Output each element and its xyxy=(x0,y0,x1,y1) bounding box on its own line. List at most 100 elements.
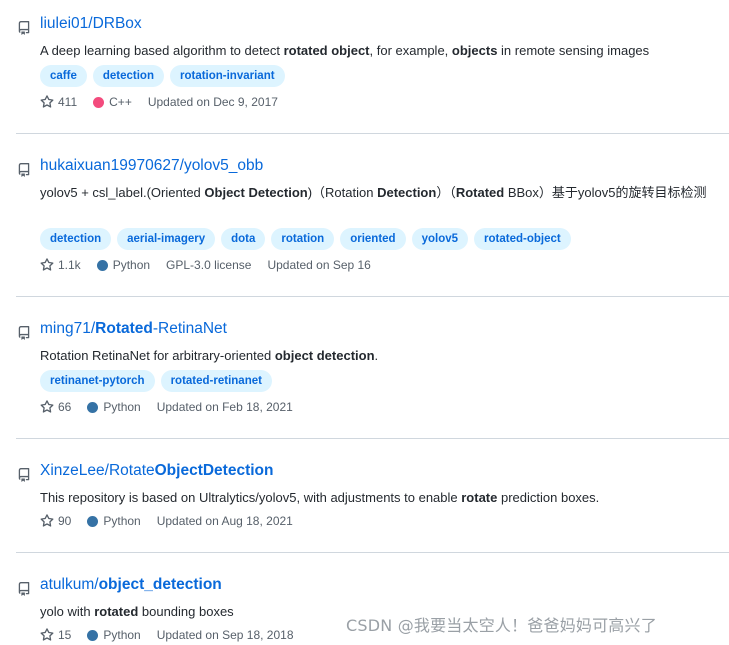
star-icon xyxy=(40,628,54,641)
repo-description: Rotation RetinaNet for arbitrary-oriente… xyxy=(40,345,729,366)
updated-date: Updated on Aug 18, 2021 xyxy=(156,514,293,528)
language-name: Python xyxy=(103,628,141,642)
text-run: DRBox xyxy=(92,15,142,32)
watermark: CSDN @我要当太空人！爸爸妈妈可高兴了 xyxy=(346,616,657,635)
topic-tag[interactable]: caffe xyxy=(40,65,87,87)
topic-tag[interactable]: rotation xyxy=(271,228,335,250)
divider xyxy=(16,552,729,553)
repo-meta: 66 Python Updated on Feb 18, 2021 xyxy=(40,397,729,417)
language-name: C++ xyxy=(109,95,132,109)
updated-date: Updated on Dec 9, 2017 xyxy=(147,95,278,109)
stargazers-link[interactable]: 90 xyxy=(40,514,71,528)
repo-owner: ming71/ xyxy=(40,320,96,337)
repo-owner: XinzeLee/ xyxy=(40,462,109,479)
text-run: yolov5 + csl_label.(Oriented xyxy=(40,185,205,200)
repo-link[interactable]: atulkum/object_detection xyxy=(40,576,222,594)
repo-header: atulkum/object_detection xyxy=(16,575,729,601)
updated-date: Updated on Sep 18, 2018 xyxy=(156,628,294,642)
highlighted-text: Rotated xyxy=(455,185,505,200)
highlighted-text: ObjectDetection xyxy=(154,462,274,479)
repo-description: yolov5 + csl_label.(Oriented Object Dete… xyxy=(40,182,729,224)
text-run: Rotation RetinaNet for arbitrary-oriente… xyxy=(40,348,275,363)
repo-icon xyxy=(18,21,30,35)
repo-link[interactable]: ming71/Rotated-RetinaNet xyxy=(40,320,227,338)
highlighted-text: Object Detection xyxy=(204,185,308,200)
highlighted-text: Detection xyxy=(377,185,437,200)
language: Python xyxy=(87,514,141,528)
star-count: 411 xyxy=(58,95,78,109)
language-color-dot xyxy=(96,259,108,271)
divider xyxy=(16,438,729,439)
repo-link[interactable]: XinzeLee/RotateObjectDetection xyxy=(40,462,273,480)
highlighted-text: rotated object xyxy=(283,43,370,58)
repo-header: liulei01/DRBox xyxy=(16,14,729,40)
topic-list: caffe detection rotation-invariant xyxy=(40,65,729,89)
repo-header: hukaixuan19970627/yolov5_obb xyxy=(16,156,729,182)
repo-icon xyxy=(18,582,30,596)
topic-tag[interactable]: aerial-imagery xyxy=(117,228,216,250)
repo-owner: atulkum/ xyxy=(40,576,99,593)
star-icon xyxy=(40,95,54,108)
text-run: yolo with xyxy=(40,604,95,619)
topic-tag[interactable]: retinanet-pytorch xyxy=(40,370,155,392)
repo-link[interactable]: hukaixuan19970627/yolov5_obb xyxy=(40,157,263,175)
language: Python xyxy=(96,258,151,272)
text-run: ）（ xyxy=(436,185,456,200)
language-color-dot xyxy=(87,515,99,527)
license: GPL-3.0 license xyxy=(166,258,252,272)
repo-meta: 1.1k Python GPL-3.0 license Updated on Sep … xyxy=(40,255,729,275)
topic-tag[interactable]: rotated-retinanet xyxy=(160,370,272,392)
topic-tag[interactable]: rotation-invariant xyxy=(169,65,285,87)
topic-tag[interactable]: rotated-object xyxy=(474,228,571,250)
topic-tag[interactable]: yolov5 xyxy=(411,228,469,250)
topic-tag[interactable]: oriented xyxy=(340,228,406,250)
text-run: )（Rotation xyxy=(307,185,378,200)
repo-icon xyxy=(18,468,30,482)
text-run: bounding boxes xyxy=(138,604,234,619)
text-run: yolov5_obb xyxy=(183,157,264,174)
repo-description: This repository is based on Ultralytics/… xyxy=(40,487,729,508)
updated-date: Updated on Sep 16 xyxy=(267,258,371,272)
language-color-dot xyxy=(93,96,105,108)
language-color-dot xyxy=(87,401,99,413)
divider xyxy=(16,133,729,134)
topic-tag[interactable]: detection xyxy=(92,65,164,87)
divider xyxy=(16,296,729,297)
text-run: This repository is based on Ultralytics/… xyxy=(40,490,462,505)
text-run: BBox）基于yolov5的旋转目标检测 xyxy=(504,185,707,200)
language: C++ xyxy=(93,95,132,109)
highlighted-text: object_detection xyxy=(98,576,222,593)
text-run: . xyxy=(374,348,379,363)
repo-result: hukaixuan19970627/yolov5_obb yolov5 + csl… xyxy=(0,156,729,275)
star-icon xyxy=(40,258,54,271)
highlighted-text: Rotated xyxy=(95,320,153,337)
stargazers-link[interactable]: 411 xyxy=(40,95,77,109)
repo-icon xyxy=(18,326,30,340)
stargazers-link[interactable]: 15 xyxy=(40,628,71,642)
topic-tag[interactable]: detection xyxy=(40,228,112,250)
topic-tag[interactable]: dota xyxy=(221,228,266,250)
repo-owner: liulei01/ xyxy=(40,15,93,32)
language-name: Python xyxy=(103,400,141,414)
topic-list: retinanet-pytorch rotated-retinanet xyxy=(40,370,729,394)
language-name: Python xyxy=(112,258,151,272)
highlighted-text: rotate xyxy=(461,490,498,505)
text-run: in remote sensing images xyxy=(497,43,650,58)
repo-result: ming71/Rotated-RetinaNet Rotation RetinaN… xyxy=(0,319,729,417)
repo-link[interactable]: liulei01/DRBox xyxy=(40,15,142,33)
stargazers-link[interactable]: 66 xyxy=(40,400,71,414)
repo-result: liulei01/DRBox A deep learning based algo… xyxy=(0,14,729,112)
repo-header: ming71/Rotated-RetinaNet xyxy=(16,319,729,345)
repo-description: A deep learning based algorithm to detec… xyxy=(40,40,729,61)
text-run: -RetinaNet xyxy=(152,320,227,337)
text-run: , for example, xyxy=(369,43,452,58)
highlighted-text: rotated xyxy=(94,604,139,619)
language-color-dot xyxy=(87,629,99,641)
stargazers-link[interactable]: 1.1k xyxy=(40,258,81,272)
star-icon xyxy=(40,514,54,527)
star-count: 90 xyxy=(58,514,72,528)
text-run: Rotate xyxy=(108,462,155,479)
repo-meta: 90 Python Updated on Aug 18, 2021 xyxy=(40,511,729,531)
updated-date: Updated on Feb 18, 2021 xyxy=(156,400,293,414)
topic-list: detection aerial-imagery dota rotation orien… xyxy=(40,228,729,252)
